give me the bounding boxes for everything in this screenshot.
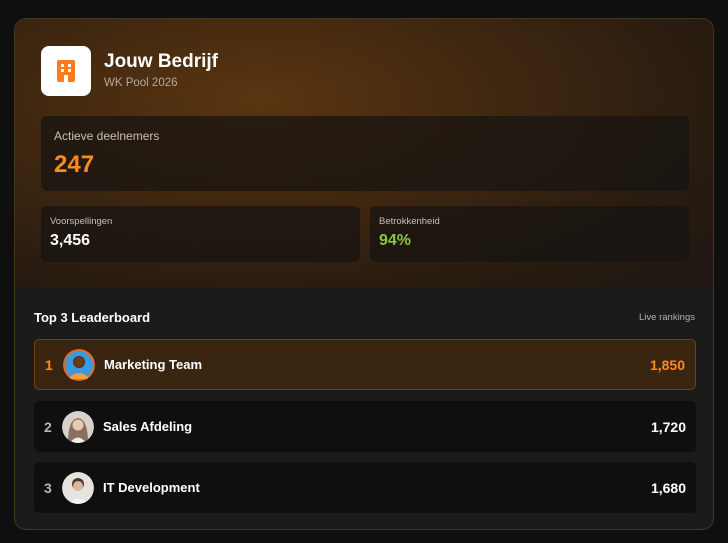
stat-active-participants: Actieve deelnemers 247 — [41, 116, 689, 191]
rank-number: 2 — [44, 418, 52, 435]
company-subtitle: WK Pool 2026 — [104, 77, 178, 89]
stat-engagement: Betrokkenheid 94% — [370, 206, 689, 262]
team-score: 1,680 — [650, 479, 686, 496]
company-card: Jouw Bedrijf WK Pool 2026 Actieve deelne… — [14, 18, 714, 530]
leaderboard-row[interactable]: 1 Marketing Team 1,850 — [34, 339, 696, 390]
company-name: Jouw Bedrijf — [104, 51, 219, 72]
team-name: Marketing Team — [104, 357, 203, 372]
stat-value: 94% — [379, 232, 412, 249]
company-logo — [41, 46, 91, 96]
stat-predictions: Voorspellingen 3,456 — [41, 206, 360, 262]
team-name: IT Development — [103, 480, 200, 495]
leaderboard-row[interactable]: 2 Sales Afdeling 1,720 — [34, 401, 696, 452]
stat-value: 3,456 — [50, 232, 91, 249]
team-score: 1,720 — [650, 418, 686, 435]
stat-label: Actieve deelnemers — [54, 129, 160, 143]
leaderboard-subtitle: Live rankings — [639, 312, 695, 323]
avatar — [63, 348, 95, 381]
avatar — [62, 410, 94, 443]
stat-value: 247 — [54, 151, 95, 178]
building-icon — [57, 60, 75, 82]
stat-label: Voorspellingen — [50, 216, 113, 227]
stat-label: Betrokkenheid — [379, 216, 440, 227]
rank-number: 1 — [45, 356, 53, 373]
leaderboard-row[interactable]: 3 IT Development 1,680 — [34, 462, 696, 513]
team-name: Sales Afdeling — [103, 419, 193, 434]
avatar — [62, 471, 94, 504]
leaderboard-title: Top 3 Leaderboard — [34, 310, 151, 325]
team-score: 1,850 — [649, 356, 685, 373]
rank-number: 3 — [44, 479, 52, 496]
